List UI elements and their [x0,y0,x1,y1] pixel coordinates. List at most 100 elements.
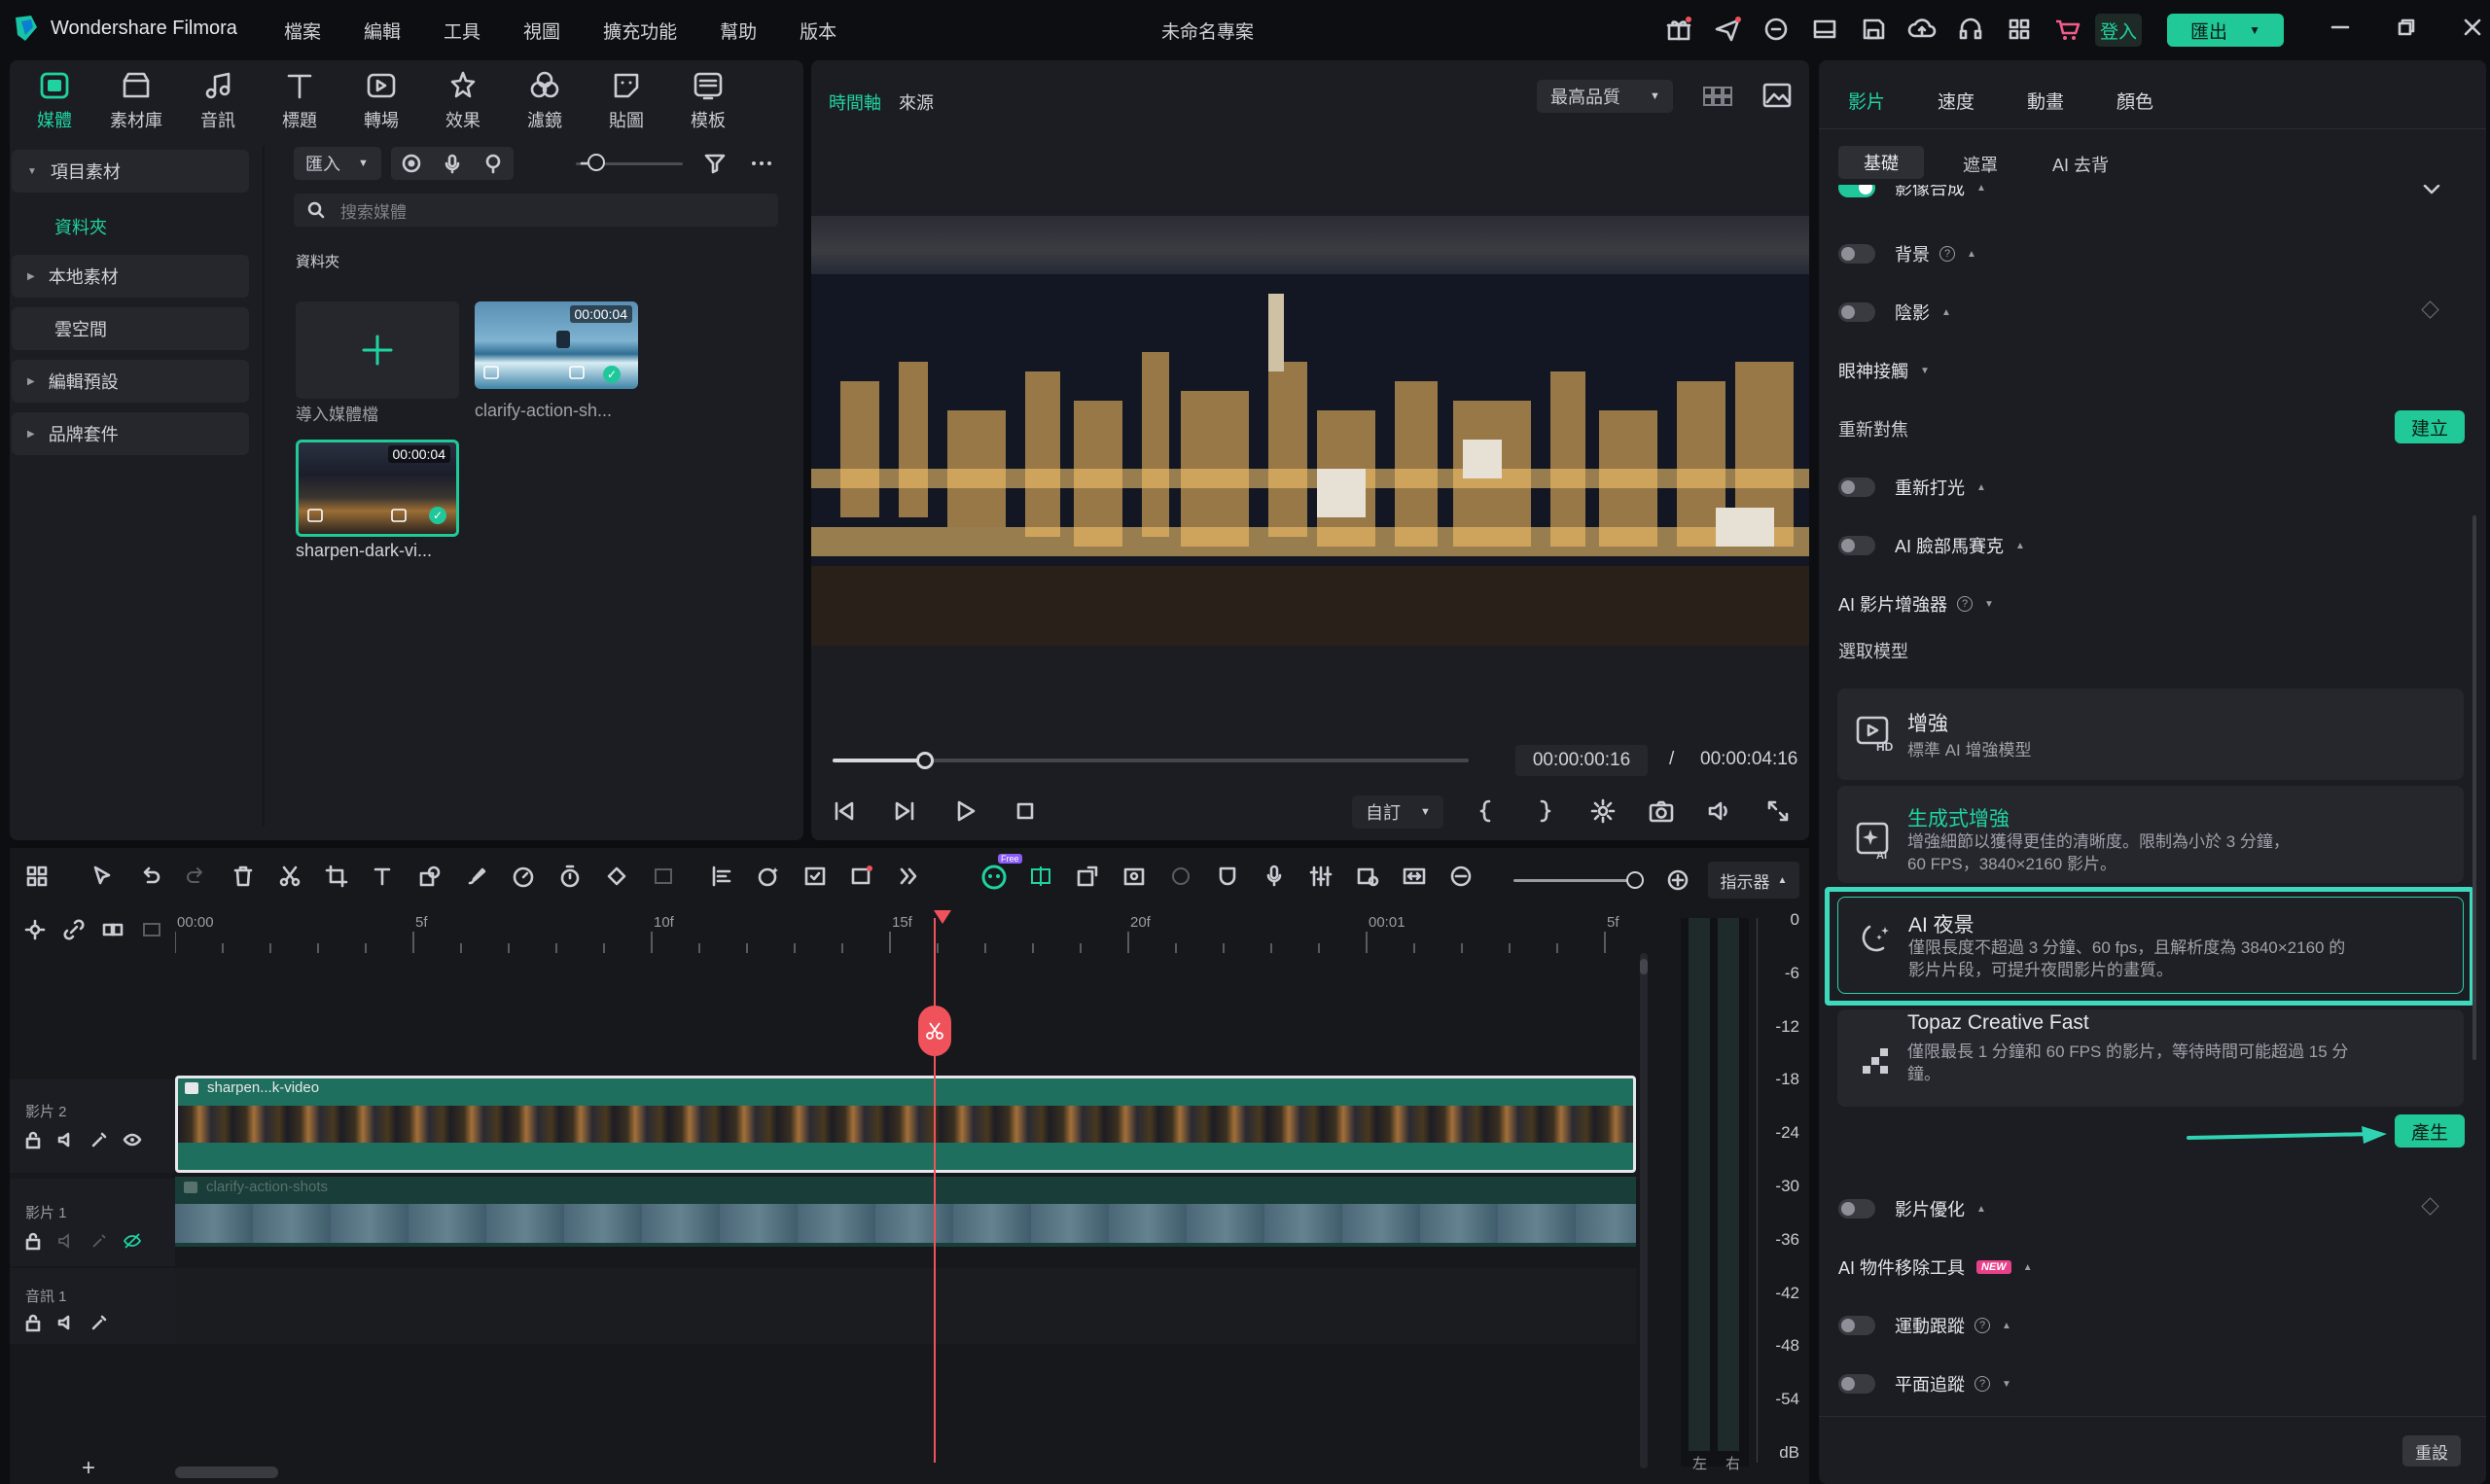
sync-icon[interactable] [1168,864,1193,889]
mark-in-icon[interactable] [1473,797,1500,825]
properties-scrollbar[interactable] [2472,515,2476,1060]
audio-mixer-icon[interactable] [1308,864,1334,889]
menu-help[interactable]: 幫助 [720,18,757,44]
gift-icon[interactable] [1663,14,1694,45]
brush-icon[interactable] [464,864,489,889]
layout-icon[interactable] [1809,14,1840,45]
video-optimize-toggle[interactable] [1838,1199,1875,1219]
menu-file[interactable]: 檔案 [284,18,321,44]
select-pointer-icon[interactable] [90,864,116,889]
more-icon[interactable] [749,151,774,176]
quality-dropdown[interactable]: 最高品質 ▼ [1537,80,1673,113]
keyframe-icon[interactable] [604,864,629,889]
headset-icon[interactable] [1955,14,1986,45]
save-icon[interactable] [1858,14,1889,45]
lock-icon[interactable] [23,1313,43,1332]
model-card-enhance[interactable]: HD 增強 標準 AI 增強模型 [1837,689,2464,780]
tool-titles[interactable]: 標題 [259,68,340,132]
timeline-vscroll-track[interactable] [1640,953,1648,1468]
ai-track-icon[interactable] [89,1313,109,1332]
auto-reframe-icon[interactable] [709,864,734,889]
model-card-generative[interactable]: AI 生成式增強 增強細節以獲得更佳的清晰度。限制為小於 3 分鐘， 60 FP… [1837,786,2464,883]
ai-tool-icon[interactable] [756,864,781,889]
menu-extensions[interactable]: 擴充功能 [603,18,677,44]
import-media-tile[interactable] [296,301,459,399]
motion-tracking-toggle[interactable] [1838,1316,1875,1335]
cloud-upload-icon[interactable] [1906,14,1938,45]
sidebar-item-folder[interactable]: 資料夾 [54,214,107,239]
filter-icon[interactable] [702,151,728,176]
crop-icon[interactable] [324,864,349,889]
ai-track-icon[interactable] [89,1231,109,1251]
generate-button[interactable]: 產生 [2395,1114,2465,1148]
minimize-icon[interactable] [2329,16,2352,39]
shadow-toggle[interactable] [1838,302,1875,322]
model-card-topaz[interactable]: Topaz Creative Fast 僅限最長 1 分鐘和 60 FPS 的影… [1837,1009,2464,1107]
eye-hidden-icon[interactable] [123,1231,142,1251]
media-clip-sharpen[interactable]: 00:00:04 ✓ [296,440,459,537]
help-icon[interactable]: ? [1974,1376,1990,1392]
help-icon[interactable]: ? [1939,246,1955,262]
clip-clarify-action[interactable]: clarify-action-shots [175,1177,1636,1247]
help-icon[interactable]: ? [1957,596,1974,612]
meter-toggle[interactable]: 指示器 ▲ [1708,862,1799,899]
playhead-split-button[interactable] [918,1006,951,1056]
prev-frame-icon[interactable] [831,797,858,825]
tool-filters[interactable]: 濾鏡 [504,68,586,132]
snapshot-preview-icon[interactable] [1762,82,1792,109]
audio-icon[interactable] [56,1130,76,1149]
tab-color[interactable]: 顏色 [2116,88,2153,114]
timeline-vscroll-thumb[interactable] [1640,959,1648,974]
tool-audio[interactable]: 音訊 [177,68,259,132]
ai-face-mosaic-toggle[interactable] [1838,536,1875,555]
fullscreen-icon[interactable] [1764,797,1792,825]
subtab-basic[interactable]: 基礎 [1838,146,1924,179]
fit-timeline-icon[interactable] [1402,864,1427,889]
playhead-line[interactable] [934,918,936,1463]
delete-icon[interactable] [231,864,256,889]
menu-tools[interactable]: 工具 [444,18,480,44]
link-icon[interactable] [101,918,124,941]
tool-transitions[interactable]: 轉場 [340,68,422,132]
voiceover-icon[interactable] [482,153,504,174]
scene-detect-icon[interactable] [802,864,828,889]
speed-icon[interactable] [511,864,536,889]
stop-icon[interactable] [1012,797,1039,825]
sidebar-item-local-media[interactable]: ▶ 本地素材 [12,255,249,298]
ai-copilot-icon[interactable] [979,862,1009,891]
sidebar-item-presets[interactable]: ▶ 編輯預設 [12,360,249,403]
tab-animation[interactable]: 動畫 [2027,88,2064,114]
snapshot-icon[interactable] [1121,864,1147,889]
tab-speed[interactable]: 速度 [1938,88,1974,114]
background-toggle[interactable] [1838,244,1875,264]
audio-icon[interactable] [56,1313,76,1332]
scissors-icon[interactable] [277,864,302,889]
cart-icon[interactable] [2052,14,2083,45]
preview-progress-handle[interactable] [915,752,934,769]
camera-icon[interactable] [1648,797,1675,825]
grid-view-icon[interactable] [1702,84,1733,109]
timeline-hscrollbar[interactable] [175,1466,278,1478]
tool-stickers[interactable]: 貼圖 [586,68,667,132]
ai-track-icon[interactable] [89,1130,109,1149]
timeline-zoom-slider[interactable] [1513,879,1640,882]
tab-source-preview[interactable]: 來源 [899,89,934,115]
next-frame-icon[interactable] [891,797,918,825]
track-settings-icon[interactable] [23,918,47,941]
volume-icon[interactable] [1706,797,1733,825]
add-track-plus-icon[interactable]: + [82,1455,95,1482]
tab-timeline-preview[interactable]: 時間軸 [829,89,881,115]
sidebar-item-cloud[interactable]: 雲空間 [12,307,249,350]
eye-icon[interactable] [123,1130,142,1149]
slider-handle[interactable] [587,154,605,171]
subtab-ai-cutout[interactable]: AI 去背 [2052,152,2109,177]
settings-icon[interactable] [1589,797,1617,825]
zoom-in-timeline-icon[interactable] [1665,867,1690,893]
apps-grid-icon[interactable] [2004,14,2035,45]
login-button[interactable]: 登入 [2095,14,2142,47]
zoom-out-timeline-icon[interactable] [1448,864,1474,889]
play-icon[interactable] [951,797,978,825]
shape-icon[interactable] [417,864,443,889]
mask-icon[interactable] [1215,864,1240,889]
current-timecode[interactable]: 00:00:00:16 [1515,745,1648,776]
